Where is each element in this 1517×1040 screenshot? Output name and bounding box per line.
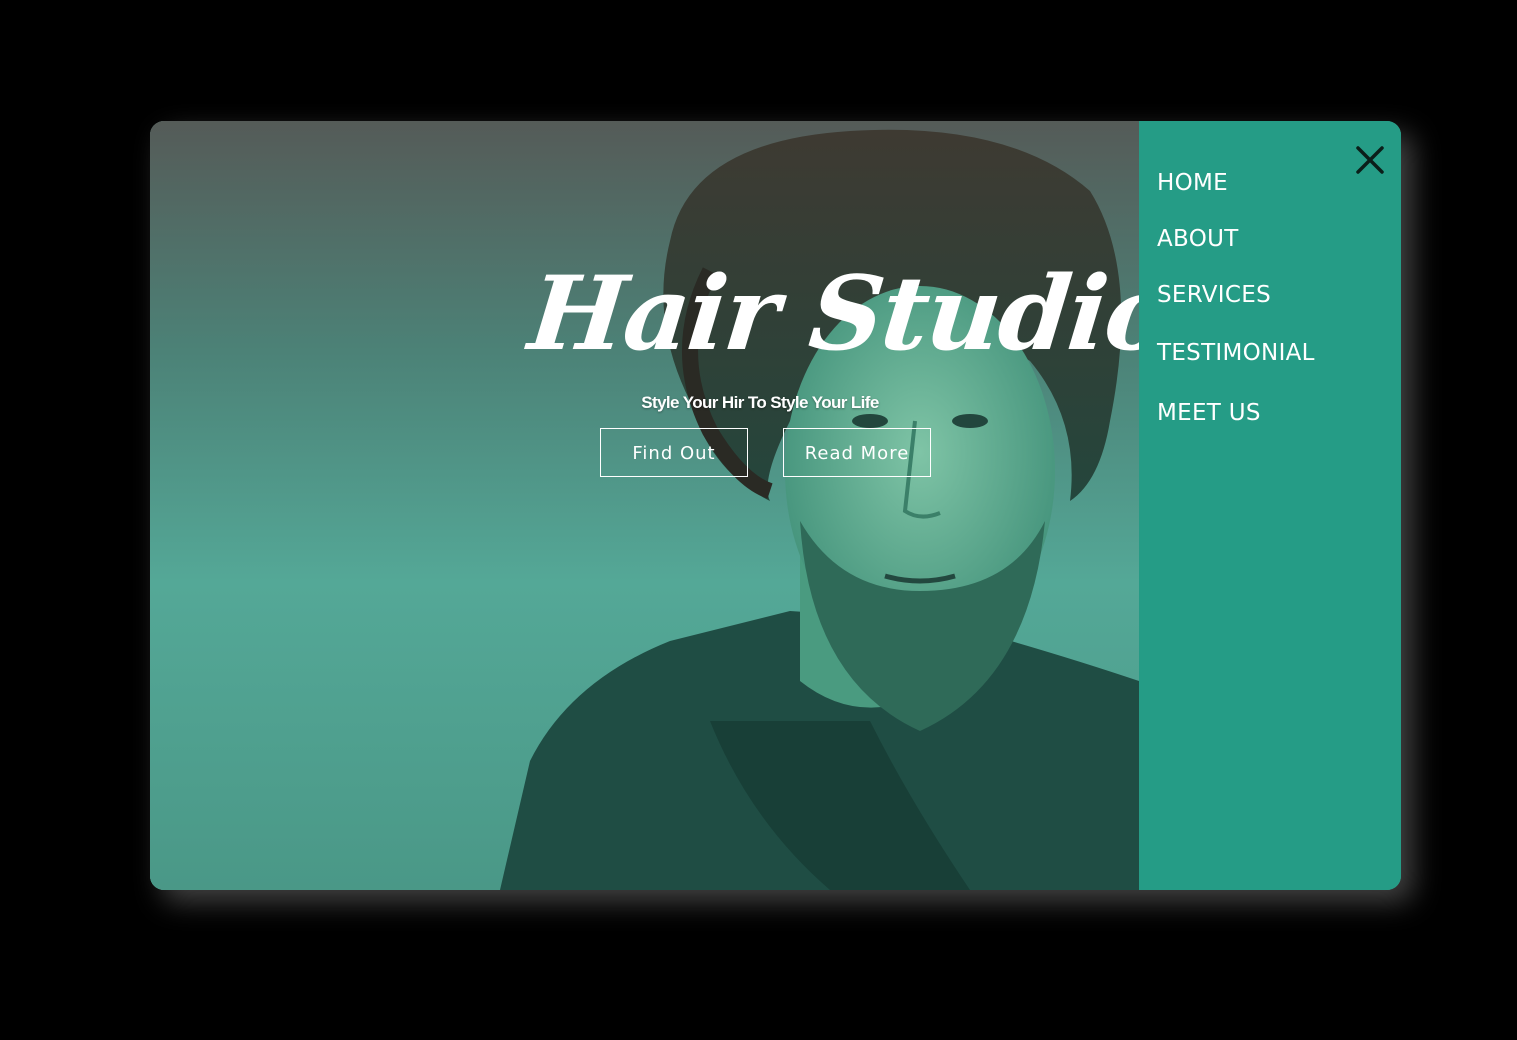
menu-list: HOME ABOUT SERVICES TESTIMONIAL MEET US xyxy=(1157,165,1315,431)
site-title: Hair Studio xyxy=(523,254,1139,374)
side-menu: HOME ABOUT SERVICES TESTIMONIAL MEET US xyxy=(1139,121,1401,890)
menu-item-services[interactable]: SERVICES xyxy=(1157,277,1315,313)
page: Hair Studio Style Your Hir To Style Your… xyxy=(0,0,1517,1040)
find-out-button[interactable]: Find Out xyxy=(600,428,748,477)
menu-item-home[interactable]: HOME xyxy=(1157,165,1315,201)
read-more-button[interactable]: Read More xyxy=(783,428,931,477)
app-window: Hair Studio Style Your Hir To Style Your… xyxy=(150,121,1401,890)
hero-section: Hair Studio Style Your Hir To Style Your… xyxy=(150,121,1139,890)
menu-item-testimonial[interactable]: TESTIMONIAL xyxy=(1157,335,1315,371)
menu-item-about[interactable]: ABOUT xyxy=(1157,221,1315,257)
menu-item-meet-us[interactable]: MEET US xyxy=(1157,395,1315,431)
hero-content: Hair Studio Style Your Hir To Style Your… xyxy=(150,121,1139,890)
close-icon[interactable] xyxy=(1353,143,1387,177)
site-tagline: Style Your Hir To Style Your Life xyxy=(641,393,879,412)
